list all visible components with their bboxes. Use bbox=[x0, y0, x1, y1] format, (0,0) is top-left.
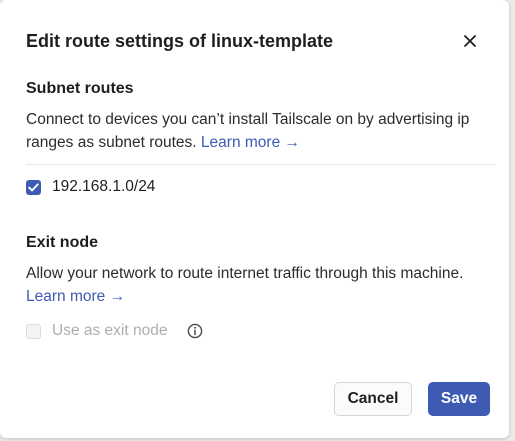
subnet-route-checkbox[interactable] bbox=[26, 179, 41, 195]
exit-node-checkbox[interactable] bbox=[26, 323, 41, 339]
cancel-button[interactable]: Cancel bbox=[334, 382, 412, 416]
subnet-route-label: 192.168.1.0/24 bbox=[52, 178, 156, 195]
subnet-route-row[interactable]: 192.168.1.0/24 bbox=[26, 178, 155, 196]
section-divider bbox=[26, 164, 495, 165]
dialog-header: Edit route settings of linux-template bbox=[26, 28, 483, 54]
info-icon bbox=[188, 323, 203, 339]
checkmark-icon bbox=[28, 182, 39, 191]
close-button[interactable] bbox=[457, 28, 483, 54]
exit-node-heading: Exit node bbox=[26, 234, 99, 251]
save-button[interactable]: Save bbox=[428, 382, 490, 416]
close-icon bbox=[464, 35, 476, 47]
info-button[interactable] bbox=[187, 323, 203, 339]
exit-node-row: Use as exit node bbox=[26, 322, 203, 340]
exit-node-learn-more-link[interactable]: Learn more → bbox=[26, 288, 125, 305]
exit-node-description: Allow your network to route internet tra… bbox=[26, 262, 496, 308]
exit-node-description-text: Allow your network to route internet tra… bbox=[26, 265, 464, 282]
dialog-title: Edit route settings of linux-template bbox=[26, 31, 334, 51]
exit-node-label: Use as exit node bbox=[52, 322, 168, 339]
subnet-routes-description: Connect to devices you can’t install Tai… bbox=[26, 108, 496, 154]
subnet-routes-heading: Subnet routes bbox=[26, 80, 134, 97]
subnet-routes-learn-more-link[interactable]: Learn more → bbox=[201, 134, 300, 151]
edit-route-settings-dialog: Edit route settings of linux-template Su… bbox=[0, 0, 509, 438]
